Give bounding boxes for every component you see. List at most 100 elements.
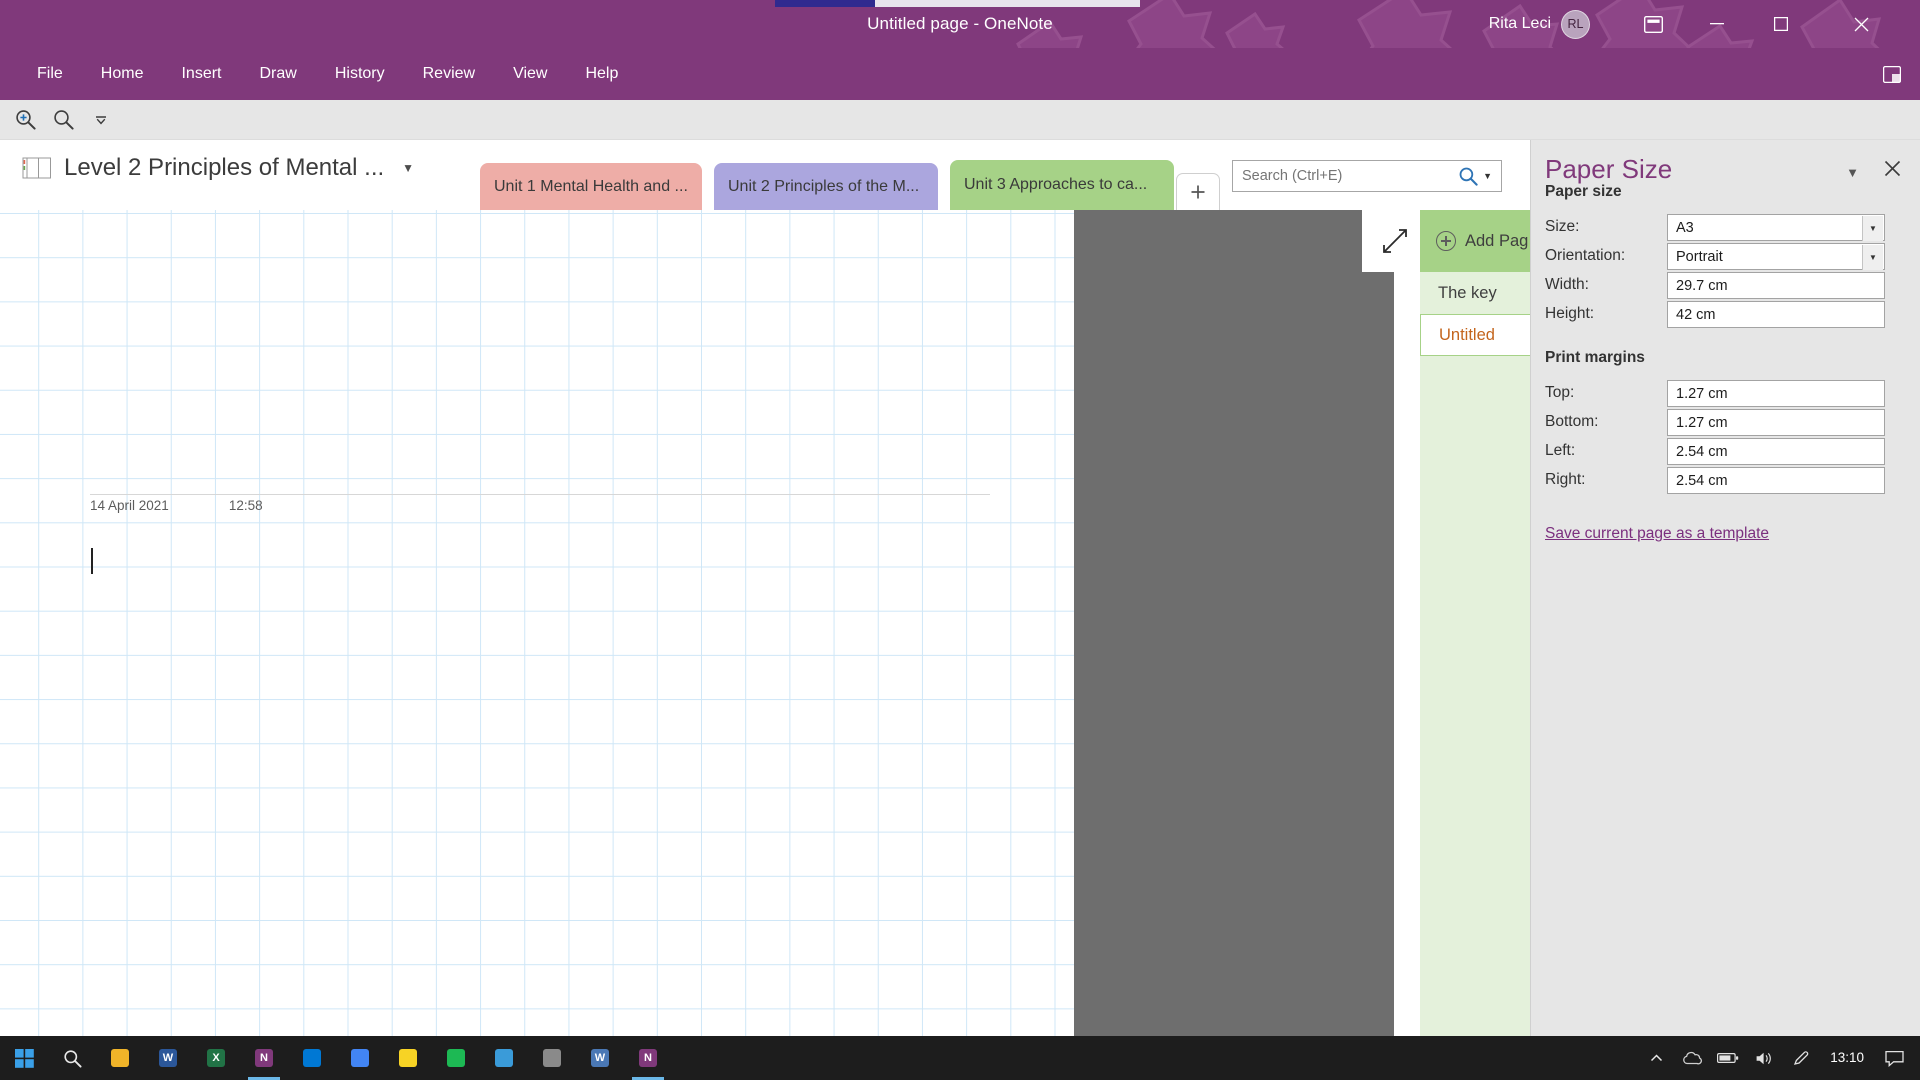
battery-button[interactable]: [1712, 1036, 1744, 1080]
ribbon-tab-view[interactable]: View: [494, 58, 566, 90]
add-section-button[interactable]: [1176, 173, 1220, 210]
taskbar-remote-desktop-button[interactable]: [528, 1036, 576, 1080]
pane-field-label: Bottom:: [1545, 413, 1599, 430]
pane-field-value: 2.54 cm: [1676, 443, 1728, 460]
file-explorer-icon: [111, 1049, 129, 1067]
system-tray: 13:10: [1640, 1036, 1920, 1080]
show-hidden-icons-button[interactable]: [1640, 1036, 1672, 1080]
remote-desktop-icon: [543, 1049, 561, 1067]
taskbar-file-explorer-button[interactable]: [96, 1036, 144, 1080]
avatar: RL: [1561, 9, 1590, 39]
pane-field-input[interactable]: 2.54 cm: [1667, 438, 1885, 465]
pane-field-combobox[interactable]: A3 ▼: [1667, 214, 1885, 241]
spotify-icon: [447, 1049, 465, 1067]
ribbon-tab-home[interactable]: Home: [82, 58, 163, 90]
account-manager[interactable]: Rita Leci RL: [1489, 0, 1590, 48]
search-box[interactable]: ▼: [1232, 160, 1502, 192]
pane-field-input[interactable]: 29.7 cm: [1667, 272, 1885, 299]
customize-quick-access-button[interactable]: [84, 104, 118, 136]
ribbon-display-options-button[interactable]: [1624, 0, 1682, 48]
chevron-down-icon[interactable]: ▼: [1862, 245, 1883, 270]
pane-field-value: 2.54 cm: [1676, 472, 1728, 489]
section-tab-label: Unit 3 Approaches to ca...: [964, 176, 1148, 193]
taskbar-word-button[interactable]: W: [144, 1036, 192, 1080]
volume-button[interactable]: [1748, 1036, 1780, 1080]
page-canvas[interactable]: 14 April 2021 12:58: [0, 210, 1074, 1036]
search-icon[interactable]: [1458, 166, 1478, 186]
search-input[interactable]: [1242, 168, 1459, 184]
ribbon-collapse-icon: [1883, 65, 1901, 83]
chevron-down-icon[interactable]: ▼: [1862, 216, 1883, 241]
ribbon-tab-draw[interactable]: Draw: [240, 58, 315, 90]
section-tab-1[interactable]: Unit 1 Mental Health and ...: [480, 163, 702, 210]
pane-field-input[interactable]: 42 cm: [1667, 301, 1885, 328]
onenote-icon: N: [255, 1049, 273, 1067]
minimize-button[interactable]: [1688, 0, 1746, 48]
zoom-out-button[interactable]: [46, 104, 80, 136]
windows-taskbar: WXNWN 13:10: [0, 1036, 1920, 1080]
page-list-item-title: Untitled: [1439, 325, 1495, 344]
page-datetime-stamp: 14 April 2021 12:58: [90, 498, 263, 513]
taskbar-onenote-button[interactable]: N: [240, 1036, 288, 1080]
onedrive-cloud-icon: [1683, 1051, 1703, 1065]
taskbar-mail-button[interactable]: [288, 1036, 336, 1080]
page-outer-area: [1074, 210, 1394, 1036]
battery-icon: [1717, 1053, 1739, 1064]
ribbon-collapse-button[interactable]: [1878, 60, 1906, 88]
page-date: 14 April 2021: [90, 498, 169, 513]
onedrive-button[interactable]: [1676, 1036, 1708, 1080]
section-tab-2[interactable]: Unit 2 Principles of the M...: [714, 163, 938, 210]
pane-group-heading: Paper size: [1545, 183, 1622, 200]
ribbon-tab-insert[interactable]: Insert: [162, 58, 240, 90]
expand-page-button[interactable]: [1362, 210, 1427, 272]
pane-field-input[interactable]: 1.27 cm: [1667, 409, 1885, 436]
pen-settings-button[interactable]: [1784, 1036, 1816, 1080]
excel-icon: X: [207, 1049, 225, 1067]
ribbon-tab-bar: File Home Insert Draw History Review View Help: [0, 48, 1920, 100]
ribbon-tab-file[interactable]: File: [18, 58, 82, 90]
taskbar-word-online-button[interactable]: W: [576, 1036, 624, 1080]
taskbar-onenote-window-button[interactable]: N: [624, 1036, 672, 1080]
page-list-item[interactable]: Untitled: [1420, 314, 1532, 356]
clock-time: 13:10: [1830, 1050, 1864, 1066]
pane-field-value: 29.7 cm: [1676, 277, 1728, 294]
page-list-item[interactable]: The key: [1420, 272, 1530, 314]
pane-field-input[interactable]: 1.27 cm: [1667, 380, 1885, 407]
notebook-selector[interactable]: Level 2 Principles of Mental ... ▼: [22, 154, 414, 182]
maximize-button[interactable]: [1752, 0, 1810, 48]
search-scope-caret-icon[interactable]: ▼: [1478, 171, 1495, 181]
close-button[interactable]: [1832, 0, 1890, 48]
add-page-label: Add Pag: [1465, 231, 1529, 250]
pane-field-value: A3: [1676, 219, 1694, 236]
pane-options-caret-icon[interactable]: ▼: [1846, 165, 1859, 180]
notebook-name: Level 2 Principles of Mental ...: [64, 154, 385, 181]
pane-field-value: 42 cm: [1676, 306, 1716, 323]
pane-field-value: Portrait: [1676, 248, 1723, 265]
sticky-notes-icon: [399, 1049, 417, 1067]
taskbar-excel-button[interactable]: X: [192, 1036, 240, 1080]
ribbon-tab-help[interactable]: Help: [566, 58, 637, 90]
taskbar-clock[interactable]: 13:10: [1820, 1051, 1874, 1065]
taskbar-spotify-button[interactable]: [432, 1036, 480, 1080]
mail-icon: [303, 1049, 321, 1067]
pen-settings-icon: [1793, 1050, 1808, 1065]
taskbar-sticky-notes-button[interactable]: [384, 1036, 432, 1080]
start-button[interactable]: [0, 1036, 48, 1080]
ribbon-tab-review[interactable]: Review: [404, 58, 494, 90]
ribbon-tab-history[interactable]: History: [316, 58, 404, 90]
volume-icon: [1756, 1052, 1771, 1064]
customize-quick-access-caret-icon: [96, 115, 106, 124]
show-hidden-icons-caret: [1650, 1053, 1662, 1061]
page-time: 12:58: [228, 498, 263, 513]
section-tab-3[interactable]: Unit 3 Approaches to ca...: [950, 160, 1174, 210]
zoom-in-button[interactable]: [8, 104, 42, 136]
save-as-template-link[interactable]: Save current page as a template: [1545, 525, 1769, 543]
pane-close-button[interactable]: [1884, 156, 1901, 183]
notebook-icon: [22, 157, 51, 179]
pane-field-combobox[interactable]: Portrait ▼: [1667, 243, 1885, 270]
taskbar-chrome-button[interactable]: [336, 1036, 384, 1080]
action-center-button[interactable]: [1878, 1036, 1910, 1080]
taskbar-search-button[interactable]: [48, 1036, 96, 1080]
pane-field-input[interactable]: 2.54 cm: [1667, 467, 1885, 494]
taskbar-clock-button[interactable]: [480, 1036, 528, 1080]
